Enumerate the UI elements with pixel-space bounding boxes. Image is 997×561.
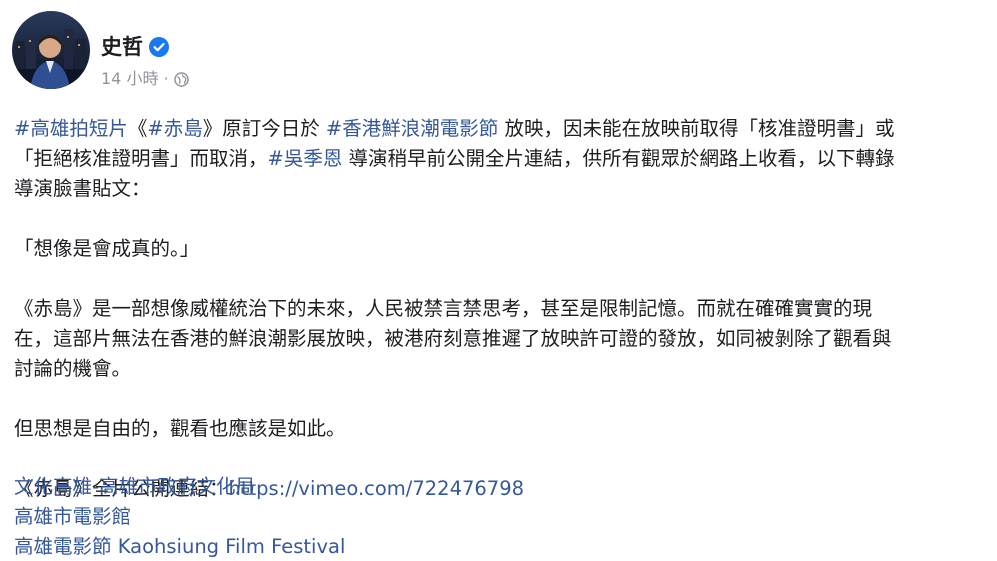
text-line: 討論的機會。 xyxy=(14,357,132,380)
facebook-post: 史哲 14 小時 · #高雄拍短片《#赤島》原訂今日於 #香港鮮浪潮電影節 放映… xyxy=(0,0,997,561)
meta-separator: · xyxy=(163,69,169,88)
author-name[interactable]: 史哲 xyxy=(101,35,143,59)
hashtag-link[interactable]: #香港鮮浪潮電影節 xyxy=(326,117,498,140)
text-span: 》原訂今日於 xyxy=(202,117,326,140)
text-span: 「拒絕核准證明書」而取消， xyxy=(14,147,268,170)
mention-link[interactable]: 文化高雄-高雄市政府文化局 xyxy=(14,472,345,502)
mention-link[interactable]: 高雄市電影館 xyxy=(14,502,345,532)
paragraph-3: 《赤島》是一部想像威權統治下的未來，人民被禁言禁思考，甚至是限制記憶。而就在確確… xyxy=(14,294,989,384)
verified-badge-icon xyxy=(149,37,169,57)
post-meta: 14 小時 · xyxy=(101,69,189,89)
paragraph-4: 但思想是自由的，觀看也應該是如此。 xyxy=(14,414,989,444)
text-line: 在，這部片無法在香港的鮮浪潮影展放映，被港府刻意推遲了放映許可證的發放，如同被剝… xyxy=(14,327,892,350)
paragraph-2: 「想像是會成真的。」 xyxy=(14,234,989,264)
text-line: 《赤島》是一部想像威權統治下的未來，人民被禁言禁思考，甚至是限制記憶。而就在確確… xyxy=(14,297,873,320)
timestamp[interactable]: 14 小時 xyxy=(101,69,158,89)
post-body: #高雄拍短片《#赤島》原訂今日於 #香港鮮浪潮電影節 放映，因未能在放映前取得「… xyxy=(14,114,989,504)
text-line: 導演臉書貼文： xyxy=(14,177,151,200)
text-span: 導演稍早前公開全片連結，供所有觀眾於網路上收看，以下轉錄 xyxy=(342,147,895,170)
text-line: 但思想是自由的，觀看也應該是如此。 xyxy=(14,417,346,440)
text-span: 《 xyxy=(127,117,148,140)
avatar[interactable] xyxy=(12,11,90,89)
text-line: #高雄拍短片《#赤島》原訂今日於 #香港鮮浪潮電影節 放映，因未能在放映前取得「… xyxy=(14,114,989,144)
text-line: 「想像是會成真的。」 xyxy=(14,237,200,260)
text-span: 放映，因未能在放映前取得「核准證明書」或 xyxy=(498,117,895,140)
author-row: 史哲 xyxy=(101,35,169,59)
mention-link[interactable]: 高雄電影節 Kaohsiung Film Festival xyxy=(14,532,345,561)
hashtag-link[interactable]: #赤島 xyxy=(147,117,202,140)
globe-icon[interactable] xyxy=(173,71,189,87)
text-line: 「拒絕核准證明書」而取消，#吳季恩 導演稍早前公開全片連結，供所有觀眾於網路上收… xyxy=(14,144,989,174)
paragraph-1: #高雄拍短片《#赤島》原訂今日於 #香港鮮浪潮電影節 放映，因未能在放映前取得「… xyxy=(14,114,989,204)
hashtag-link[interactable]: #吳季恩 xyxy=(268,147,343,170)
page-mentions: 文化高雄-高雄市政府文化局 高雄市電影館 高雄電影節 Kaohsiung Fil… xyxy=(14,472,345,561)
hashtag-link[interactable]: #高雄拍短片 xyxy=(14,117,128,140)
